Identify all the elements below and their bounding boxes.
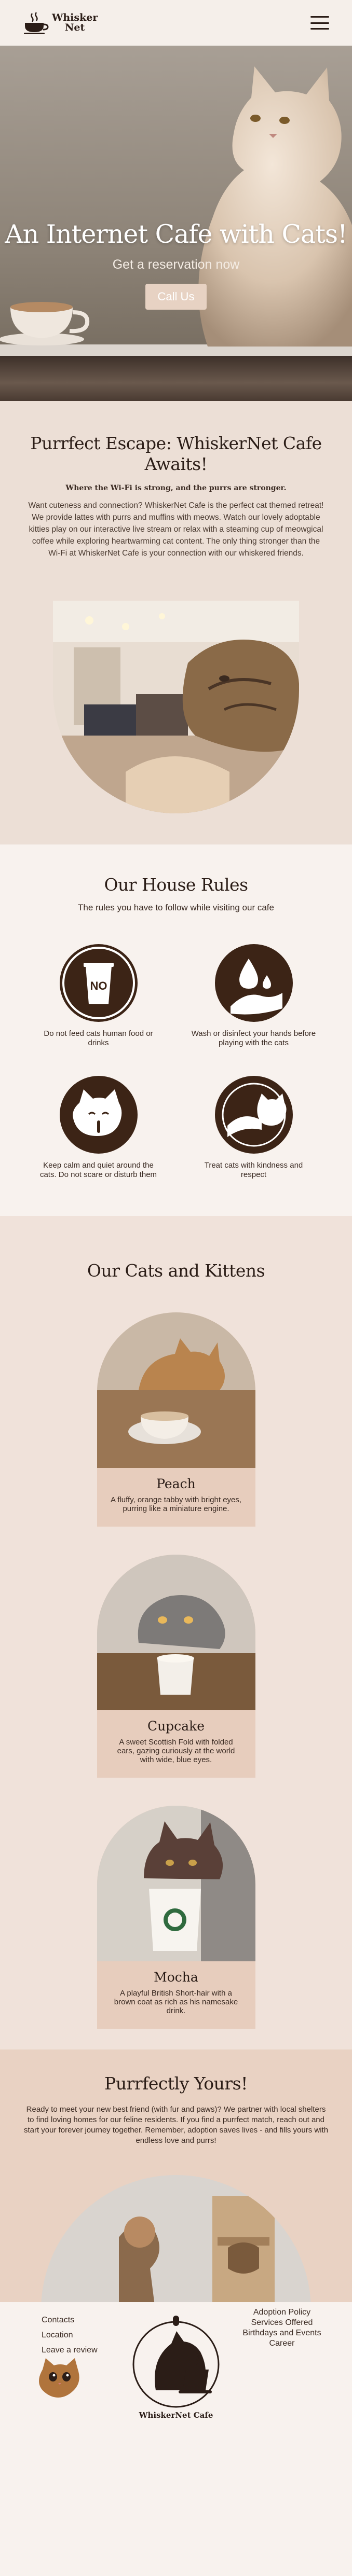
quiet-cat-icon [59, 1076, 138, 1154]
intro-title-line2: Awaits! [144, 454, 208, 474]
rule-text: Do not feed cats human food or drinks [44, 1029, 153, 1047]
cat-description: A sweet Scottish Fold with folded ears, … [117, 1738, 235, 1764]
hero-title: An Internet Cafe with Cats! [5, 219, 347, 249]
cat-card-peach[interactable]: Peach A fluffy, orange tabby with bright… [97, 1312, 255, 1527]
footer-link-services[interactable]: Services Offered [240, 2318, 323, 2328]
cafe-interior-image [53, 601, 299, 813]
hero-table-base [0, 356, 352, 401]
intro-title: Purrfect Escape: WhiskerNet Cafe Awaits! [26, 433, 326, 475]
rule-item: Wash or disinfect your hands before play… [176, 944, 331, 1048]
footer-link-career[interactable]: Career [240, 2338, 323, 2349]
footer-link-location[interactable]: Location [42, 2328, 98, 2343]
cat-with-laptop-logo-icon [132, 2316, 220, 2408]
cat-description: A fluffy, orange tabby with bright eyes,… [110, 1495, 242, 1513]
menu-line [310, 16, 329, 18]
cat-photo-mocha [97, 1806, 255, 1961]
rule-text: Wash or disinfect your hands before play… [191, 1029, 316, 1047]
cat-card-mocha[interactable]: Mocha A playful British Short-hair with … [97, 1806, 255, 2029]
gentle-hand-cat-icon [214, 1076, 293, 1154]
cafe-interior-photo [53, 601, 299, 813]
rule-item: Keep calm and quiet around the cats. Do … [21, 1076, 176, 1180]
rule-item: Treat cats with kindness and respect [176, 1076, 331, 1180]
cat-name: Peach [156, 1476, 196, 1491]
menu-line [310, 28, 329, 30]
footer-links-right: Adoption Policy Services Offered Birthda… [240, 2307, 323, 2349]
rules-subtitle: The rules you have to follow while visit… [78, 903, 274, 912]
footer-link-adoption-policy[interactable]: Adoption Policy [240, 2307, 323, 2318]
hero-content: An Internet Cafe with Cats! Get a reserv… [0, 219, 352, 310]
cat-photo-peach [97, 1312, 255, 1468]
cat-info: Mocha A playful British Short-hair with … [97, 1961, 255, 2029]
rules-title: Our House Rules [104, 875, 248, 895]
cat-name: Mocha [154, 1970, 198, 1985]
menu-line [310, 22, 329, 24]
cat-info: Cupcake A sweet Scottish Fold with folde… [97, 1710, 255, 1778]
kitten-sticker-icon [39, 2358, 79, 2398]
intro-section: Purrfect Escape: WhiskerNet Cafe Awaits!… [0, 401, 352, 844]
logo-wordmark: Whisker Net [52, 13, 98, 33]
hero-section: An Internet Cafe with Cats! Get a reserv… [0, 46, 352, 401]
header-logo[interactable]: Whisker Net [23, 11, 98, 34]
no-cup-label: NO [90, 979, 107, 992]
adopt-body: Ready to meet your new best friend (with… [23, 2105, 329, 2145]
cupcake-cat-image [97, 1555, 255, 1710]
intro-tagline: Where the Wi-Fi is strong, and the purrs… [65, 484, 287, 492]
footer-link-contacts[interactable]: Contacts [42, 2312, 98, 2328]
footer-link-events[interactable]: Birthdays and Events [240, 2328, 323, 2338]
site-header: Whisker Net [0, 0, 352, 46]
cat-photo-cupcake [97, 1555, 255, 1710]
cat-description: A playful British Short-hair with a brow… [114, 1989, 238, 2015]
logo-text-line2: Net [65, 22, 85, 33]
footer-logo[interactable]: WhiskerNet Cafe [125, 2312, 227, 2421]
mocha-cat-image [97, 1806, 255, 1961]
hero-subtitle: Get a reservation now [112, 257, 240, 272]
house-rules-section: Our House Rules The rules you have to fo… [0, 844, 352, 1216]
footer-logo-text: WhiskerNet Cafe [139, 2411, 213, 2420]
rule-text: Keep calm and quiet around the cats. Do … [39, 1161, 157, 1179]
coffee-cup-logo-icon [24, 12, 49, 34]
rules-grid: NO Do not feed cats human food or drinks… [21, 944, 331, 1180]
hamburger-menu-icon[interactable] [310, 16, 329, 30]
cat-info: Peach A fluffy, orange tabby with bright… [97, 1468, 255, 1527]
rule-item: NO Do not feed cats human food or drinks [21, 944, 176, 1048]
cat-card-cupcake[interactable]: Cupcake A sweet Scottish Fold with folde… [97, 1555, 255, 1778]
cats-section: Our Cats and Kittens Peach A fluffy, ora… [0, 1216, 352, 2049]
peach-cat-image [97, 1312, 255, 1468]
wash-hands-icon [214, 944, 293, 1022]
rule-text: Treat cats with kindness and respect [204, 1161, 303, 1179]
intro-title-line1: Purrfect Escape: WhiskerNet Cafe [30, 433, 322, 453]
call-us-button[interactable]: Call Us [145, 284, 207, 310]
cats-title: Our Cats and Kittens [87, 1261, 265, 1281]
intro-body: Want cuteness and connection? WhiskerNet… [28, 501, 324, 558]
adopt-title: Purrfectly Yours! [104, 2073, 248, 2094]
site-footer: Contacts Location Leave a review Whisker… [0, 2302, 352, 2425]
cat-name: Cupcake [147, 1719, 205, 1734]
no-food-cup-icon: NO [59, 944, 138, 1022]
